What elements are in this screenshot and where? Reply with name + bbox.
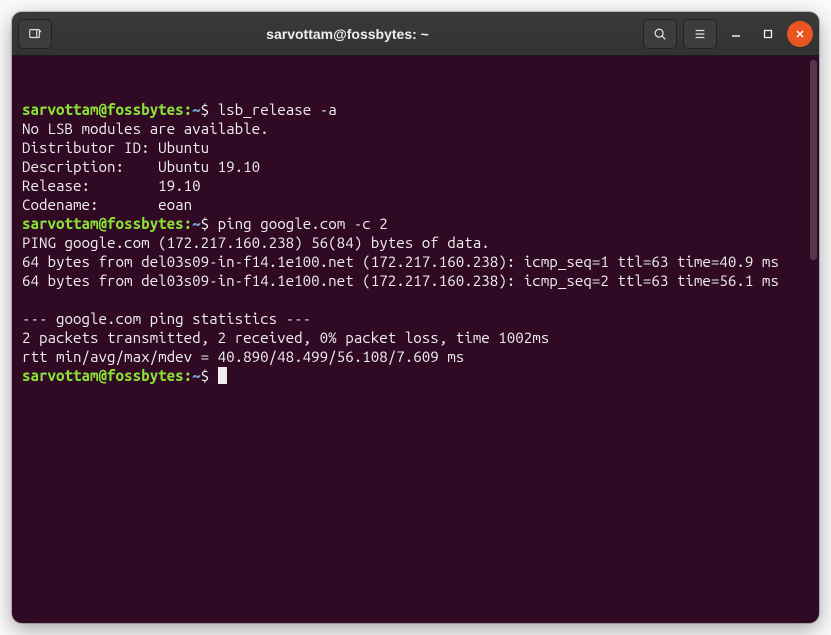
new-tab-icon bbox=[28, 27, 42, 41]
maximize-button[interactable] bbox=[755, 21, 781, 47]
command-2: ping google.com -c 2 bbox=[218, 215, 388, 232]
prompt-line-1: sarvottam@fossbytes:~$ lsb_release -a bbox=[22, 101, 337, 118]
command-1: lsb_release -a bbox=[218, 101, 337, 118]
cursor bbox=[218, 367, 227, 384]
search-button[interactable] bbox=[643, 19, 677, 49]
search-icon bbox=[653, 27, 667, 41]
minimize-icon bbox=[731, 29, 741, 39]
output-line: Codename: eoan bbox=[22, 196, 192, 213]
output-line: Description: Ubuntu 19.10 bbox=[22, 158, 260, 175]
terminal-body[interactable]: sarvottam@fossbytes:~$ lsb_release -a No… bbox=[12, 56, 819, 623]
output-line: PING google.com (172.217.160.238) 56(84)… bbox=[22, 234, 490, 251]
prompt-symbol: $ bbox=[201, 367, 210, 384]
output-line: 2 packets transmitted, 2 received, 0% pa… bbox=[22, 329, 549, 346]
prompt-path: ~ bbox=[192, 367, 201, 384]
scrollbar-thumb[interactable] bbox=[810, 60, 817, 260]
titlebar: sarvottam@fossbytes: ~ bbox=[12, 12, 819, 56]
output-line: No LSB modules are available. bbox=[22, 120, 269, 137]
window-title: sarvottam@fossbytes: ~ bbox=[58, 26, 637, 42]
prompt-sep: : bbox=[184, 215, 193, 232]
terminal-window: sarvottam@fossbytes: ~ sarvottam@fossbyt… bbox=[12, 12, 819, 623]
titlebar-right bbox=[643, 19, 813, 49]
prompt-user: sarvottam@fossbytes bbox=[22, 367, 184, 384]
output-line: Distributor ID: Ubuntu bbox=[22, 139, 209, 156]
output-line: 64 bytes from del03s09-in-f14.1e100.net … bbox=[22, 272, 779, 289]
close-icon bbox=[795, 29, 805, 39]
prompt-path: ~ bbox=[192, 215, 201, 232]
maximize-icon bbox=[763, 29, 773, 39]
menu-button[interactable] bbox=[683, 19, 717, 49]
prompt-user: sarvottam@fossbytes bbox=[22, 101, 184, 118]
prompt-sep: : bbox=[184, 101, 193, 118]
close-button[interactable] bbox=[787, 21, 813, 47]
minimize-button[interactable] bbox=[723, 21, 749, 47]
prompt-sep: : bbox=[184, 367, 193, 384]
prompt-user: sarvottam@fossbytes bbox=[22, 215, 184, 232]
prompt-line-2: sarvottam@fossbytes:~$ ping google.com -… bbox=[22, 215, 388, 232]
new-tab-button[interactable] bbox=[18, 19, 52, 49]
output-line: --- google.com ping statistics --- bbox=[22, 310, 311, 327]
output-line: rtt min/avg/max/mdev = 40.890/48.499/56.… bbox=[22, 348, 464, 365]
prompt-symbol: $ bbox=[201, 215, 210, 232]
prompt-line-3: sarvottam@fossbytes:~$ bbox=[22, 367, 227, 384]
hamburger-icon bbox=[693, 27, 707, 41]
output-line: Release: 19.10 bbox=[22, 177, 201, 194]
prompt-symbol: $ bbox=[201, 101, 210, 118]
prompt-path: ~ bbox=[192, 101, 201, 118]
output-line: 64 bytes from del03s09-in-f14.1e100.net … bbox=[22, 253, 779, 270]
